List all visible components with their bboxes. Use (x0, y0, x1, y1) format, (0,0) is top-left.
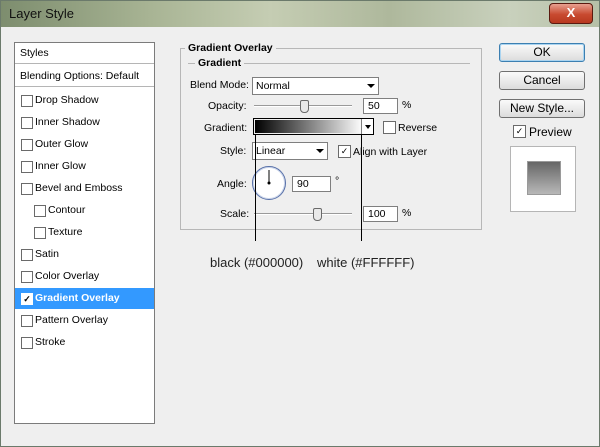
window-title: Layer Style (9, 6, 75, 21)
angle-input[interactable]: 90 (292, 176, 331, 192)
style-item-checkbox[interactable] (21, 271, 33, 283)
angle-dial[interactable] (252, 166, 286, 200)
preview-label: Preview (529, 125, 572, 139)
style-item-label: Satin (35, 248, 59, 260)
style-item-label: Texture (48, 226, 83, 238)
opacity-input[interactable]: 50 (363, 98, 398, 114)
style-item-label: Pattern Overlay (35, 314, 108, 326)
chevron-down-icon (365, 125, 371, 129)
style-item-label: Drop Shadow (35, 94, 99, 106)
chevron-down-icon (316, 149, 324, 153)
gradient-label: Gradient: (204, 122, 248, 134)
style-item-drop-shadow[interactable]: Drop Shadow (15, 90, 154, 111)
scale-input[interactable]: 100 (363, 206, 398, 222)
reverse-checkbox[interactable] (383, 121, 396, 134)
style-item-inner-shadow[interactable]: Inner Shadow (15, 112, 154, 133)
angle-unit: ° (335, 175, 340, 187)
preview-swatch (527, 161, 561, 195)
style-item-checkbox[interactable] (34, 205, 46, 217)
style-item-outer-glow[interactable]: Outer Glow (15, 134, 154, 155)
style-item-label: Inner Shadow (35, 116, 100, 128)
style-item-satin[interactable]: Satin (15, 244, 154, 265)
style-item-checkbox[interactable] (34, 227, 46, 239)
gradient-dropdown[interactable] (361, 119, 373, 134)
style-item-inner-glow[interactable]: Inner Glow (15, 156, 154, 177)
ok-button[interactable]: OK (499, 43, 585, 62)
style-item-checkbox[interactable] (21, 139, 33, 151)
style-item-label: Inner Glow (35, 160, 86, 172)
scale-slider-thumb[interactable] (313, 208, 322, 221)
align-with-layer-label: Align with Layer (353, 146, 428, 158)
scale-slider-track[interactable] (254, 213, 352, 215)
opacity-slider-thumb[interactable] (300, 100, 309, 113)
preview-box (510, 146, 576, 212)
style-item-checkbox[interactable] (21, 337, 33, 349)
style-select[interactable]: Linear (252, 142, 328, 160)
preview-checkbox[interactable]: ✓ (513, 125, 526, 138)
style-item-label: Color Overlay (35, 270, 100, 282)
style-item-checkbox[interactable] (21, 315, 33, 327)
style-item-bevel-and-emboss[interactable]: Bevel and Emboss (15, 178, 154, 199)
opacity-unit: % (402, 99, 412, 111)
close-icon: X (566, 5, 576, 20)
gradient-swatch[interactable] (255, 120, 363, 133)
align-with-layer-checkbox[interactable]: ✓ (338, 145, 351, 158)
black-annotation: black (#000000) (210, 255, 304, 270)
style-item-label: Bevel and Emboss (35, 182, 123, 194)
scale-label: Scale: (220, 208, 250, 220)
style-item-gradient-overlay[interactable]: ✓ Gradient Overlay (15, 288, 154, 309)
style-item-checkbox[interactable]: ✓ (21, 293, 33, 305)
reverse-label: Reverse (398, 122, 438, 134)
style-item-texture[interactable]: Texture (15, 222, 154, 243)
blending-options-item[interactable]: Blending Options: Default (15, 66, 154, 87)
angle-needle-icon (267, 170, 271, 185)
style-item-checkbox[interactable] (21, 183, 33, 195)
style-item-pattern-overlay[interactable]: Pattern Overlay (15, 310, 154, 331)
style-label: Style: (220, 145, 247, 157)
style-item-checkbox[interactable] (21, 117, 33, 129)
blend-mode-select[interactable]: Normal (252, 77, 379, 95)
angle-label: Angle: (217, 178, 247, 190)
style-item-checkbox[interactable] (21, 95, 33, 107)
gradient-overlay-title: Gradient Overlay (185, 42, 276, 54)
title-bar[interactable]: Layer Style X (1, 1, 599, 27)
style-item-label: Outer Glow (35, 138, 89, 150)
style-item-label: Stroke (35, 336, 66, 348)
new-style-button[interactable]: New Style... (499, 99, 585, 118)
blend-mode-value: Normal (256, 80, 290, 92)
styles-list: Styles Blending Options: Default Drop Sh… (14, 42, 155, 424)
opacity-label: Opacity: (208, 100, 247, 112)
gradient-group-title: Gradient (195, 57, 245, 69)
scale-unit: % (402, 207, 412, 219)
cancel-button[interactable]: Cancel (499, 71, 585, 90)
style-item-contour[interactable]: Contour (15, 200, 154, 221)
blend-mode-label: Blend Mode: (190, 79, 249, 91)
style-item-label: Contour (48, 204, 86, 216)
style-item-stroke[interactable]: Stroke (15, 332, 154, 353)
chevron-down-icon (367, 84, 375, 88)
style-item-label: Gradient Overlay (35, 292, 120, 304)
close-button[interactable]: X (549, 3, 593, 24)
style-item-color-overlay[interactable]: Color Overlay (15, 266, 154, 287)
styles-header[interactable]: Styles (15, 43, 154, 64)
style-item-checkbox[interactable] (21, 161, 33, 173)
gradient-picker[interactable] (253, 118, 374, 135)
style-value: Linear (256, 145, 286, 157)
black-stop-pointer (255, 135, 256, 241)
white-annotation: white (#FFFFFF) (317, 255, 415, 270)
white-stop-pointer (361, 135, 362, 241)
layer-style-dialog: Layer Style X Styles Blending Options: D… (0, 0, 600, 447)
gradient-overlay-group (180, 48, 482, 230)
style-item-checkbox[interactable] (21, 249, 33, 261)
